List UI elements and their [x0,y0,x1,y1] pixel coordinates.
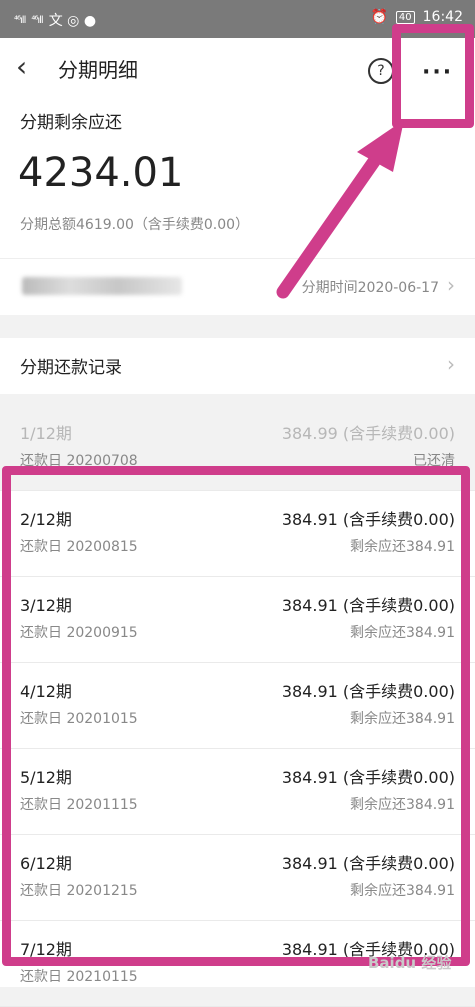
blurred-text [22,277,182,295]
installment-period: 1/12期 [20,424,72,443]
chevron-right-icon: › [447,273,455,297]
repayment-records-row[interactable]: 分期还款记录 › [0,338,475,394]
help-icon[interactable]: ? [368,58,394,84]
page-title: 分期明细 [58,58,138,82]
clock: 16:42 [422,9,463,25]
installment-time: 分期时间2020-06-17 [301,280,439,296]
installment-amount: 384.99 (含手续费0.00) [281,424,455,443]
back-button[interactable]: ‹ [16,52,27,82]
alarm-icon: ⏰ [370,9,388,25]
highlight-box-more [392,24,474,128]
signal-icon: ⁴⁶ıll [14,14,26,26]
installment-date: 还款日 20210115 [20,969,138,985]
remaining-amount: 4234.01 [18,150,184,196]
installment-info-row[interactable]: 分期时间2020-06-17 › [0,258,475,315]
signal-icon-2: ⁴⁶ıll [31,14,43,26]
watermark: Baidu 经验 [368,954,452,972]
chevron-right-icon: › [447,352,455,376]
records-label: 分期还款记录 [20,358,122,378]
remaining-label: 分期剩余应还 [20,113,122,133]
battery-icon: 40 [395,10,415,24]
highlight-box-list [2,466,470,966]
total-amount: 分期总额4619.00（含手续费0.00） [20,217,250,233]
notification-icons: 文 ◎ ● [48,13,97,29]
